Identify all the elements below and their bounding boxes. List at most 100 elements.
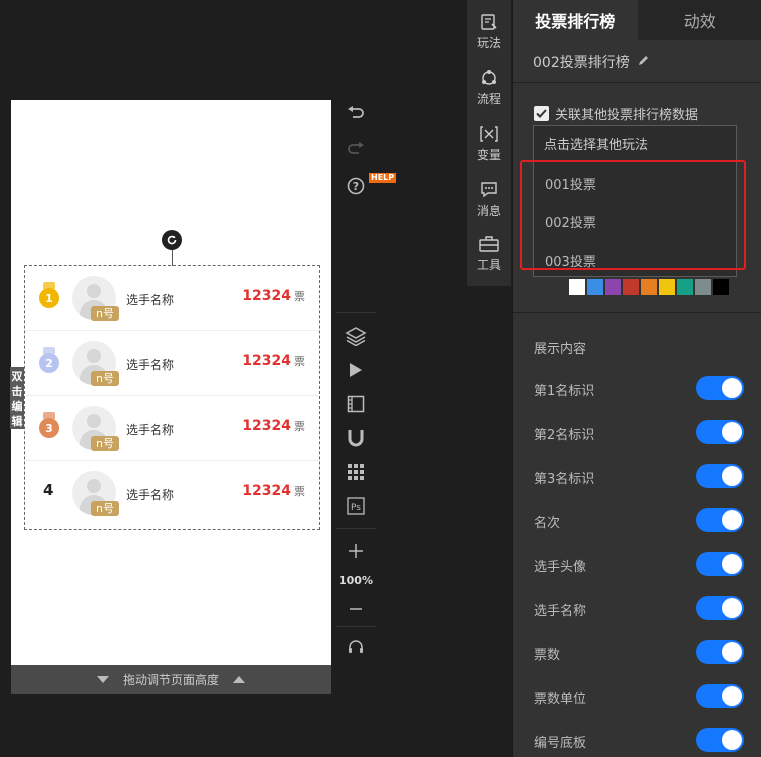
play-icon[interactable] bbox=[345, 359, 367, 381]
layers-icon[interactable] bbox=[345, 325, 367, 347]
color-swatch[interactable] bbox=[605, 279, 621, 295]
option-label: 第2名标识 bbox=[534, 428, 595, 443]
ranking-list-component[interactable]: 1 n号 选手名称 12324 票 2 n号 选手名称 12324 票 3 n号 选… bbox=[24, 265, 320, 530]
player-name: 选手名称 bbox=[126, 488, 175, 502]
component-name: 002投票排行榜 bbox=[533, 55, 630, 71]
undo-icon[interactable] bbox=[345, 102, 367, 124]
toolbar-divider bbox=[336, 626, 376, 627]
page-height-resize-bar[interactable]: 拖动调节页面高度 bbox=[11, 665, 331, 694]
category-label: 流程 bbox=[476, 92, 501, 106]
redo-icon[interactable] bbox=[345, 138, 367, 160]
silver-medal-icon: 2 bbox=[39, 347, 59, 373]
option-rank2-badge: 第2名标识 bbox=[534, 420, 744, 444]
color-swatch[interactable] bbox=[677, 279, 693, 295]
toggle-switch[interactable] bbox=[696, 640, 744, 664]
checkbox-checked-icon[interactable] bbox=[534, 106, 549, 121]
properties-panel: 投票排行榜 动效 002投票排行榜 关联其他投票排行榜数据 展示内容 第1名标识… bbox=[512, 0, 761, 757]
dropdown-placeholder: 点击选择其他玩法 bbox=[544, 138, 649, 153]
vote-count: 12324 票 bbox=[242, 483, 305, 499]
color-swatch[interactable] bbox=[569, 279, 585, 295]
option-rank1-badge: 第1名标识 bbox=[534, 376, 744, 400]
ranking-row: 3 n号 选手名称 12324 票 bbox=[25, 396, 319, 461]
toggle-switch[interactable] bbox=[696, 684, 744, 708]
color-swatch[interactable] bbox=[587, 279, 603, 295]
category-label: 玩法 bbox=[476, 36, 501, 50]
option-player-name: 选手名称 bbox=[534, 596, 744, 620]
toggle-switch[interactable] bbox=[696, 508, 744, 532]
tab-animation[interactable]: 动效 bbox=[637, 0, 761, 40]
player-name: 选手名称 bbox=[126, 358, 175, 372]
pencil-icon[interactable] bbox=[638, 54, 650, 70]
toggle-switch[interactable] bbox=[696, 728, 744, 752]
option-number-plate: 编号底板 bbox=[534, 728, 744, 752]
svg-text:Ps: Ps bbox=[351, 503, 361, 513]
color-swatch[interactable] bbox=[659, 279, 675, 295]
film-icon[interactable] bbox=[345, 393, 367, 415]
option-rank-number: 名次 bbox=[534, 508, 744, 532]
variable-icon bbox=[479, 124, 499, 144]
highlight-annotation-box bbox=[520, 160, 746, 270]
color-swatches bbox=[569, 279, 729, 295]
vote-count: 12324 票 bbox=[242, 418, 305, 434]
category-variable[interactable]: 变量 bbox=[467, 124, 511, 163]
toggle-switch[interactable] bbox=[696, 464, 744, 488]
ps-icon[interactable]: Ps bbox=[345, 495, 367, 517]
category-flow[interactable]: 流程 bbox=[467, 68, 511, 107]
canvas-toolbar: ? HELP Ps 100% bbox=[332, 0, 397, 757]
category-label: 变量 bbox=[476, 148, 501, 162]
zoom-out-icon[interactable] bbox=[345, 598, 367, 620]
headset-icon[interactable] bbox=[345, 636, 367, 658]
option-label: 选手名称 bbox=[534, 604, 587, 619]
toolbox-icon bbox=[479, 234, 499, 254]
color-swatch[interactable] bbox=[695, 279, 711, 295]
panel-divider bbox=[513, 82, 761, 83]
toolbar-divider bbox=[336, 312, 376, 313]
grid-icon[interactable] bbox=[345, 461, 367, 483]
option-label: 编号底板 bbox=[534, 736, 587, 751]
toolbar-divider bbox=[336, 528, 376, 529]
category-label: 消息 bbox=[476, 204, 501, 218]
number-badge: n号 bbox=[91, 436, 119, 451]
zoom-in-icon[interactable] bbox=[345, 540, 367, 562]
category-message[interactable]: 消息 bbox=[467, 180, 511, 219]
option-label: 第1名标识 bbox=[534, 384, 595, 399]
category-tools[interactable]: 工具 bbox=[467, 234, 511, 273]
player-name: 选手名称 bbox=[126, 423, 175, 437]
option-rank3-badge: 第3名标识 bbox=[534, 464, 744, 488]
ranking-row: 1 n号 选手名称 12324 票 bbox=[25, 266, 319, 331]
color-swatch[interactable] bbox=[641, 279, 657, 295]
option-label: 票数 bbox=[534, 648, 561, 663]
chevron-down-icon bbox=[96, 676, 109, 683]
display-section-title: 展示内容 bbox=[534, 342, 587, 357]
rotate-handle-line bbox=[172, 250, 173, 266]
player-name: 选手名称 bbox=[126, 293, 175, 307]
gold-medal-icon: 1 bbox=[39, 282, 59, 308]
option-label: 第3名标识 bbox=[534, 472, 595, 487]
color-swatch[interactable] bbox=[713, 279, 729, 295]
zoom-level: 100% bbox=[339, 574, 373, 587]
ranking-row: 2 n号 选手名称 12324 票 bbox=[25, 331, 319, 396]
category-label: 工具 bbox=[476, 258, 501, 272]
option-vote-unit: 票数单位 bbox=[534, 684, 744, 708]
bronze-medal-icon: 3 bbox=[39, 412, 59, 438]
toggle-switch[interactable] bbox=[696, 596, 744, 620]
magnet-icon[interactable] bbox=[345, 427, 367, 449]
toggle-switch[interactable] bbox=[696, 420, 744, 444]
number-badge: n号 bbox=[91, 306, 119, 321]
link-other-ranking-checkbox[interactable]: 关联其他投票排行榜数据 bbox=[534, 104, 698, 123]
rotate-handle-icon[interactable] bbox=[162, 230, 182, 250]
help-badge: HELP bbox=[369, 173, 397, 183]
tab-vote-ranking[interactable]: 投票排行榜 bbox=[513, 0, 638, 40]
help-icon[interactable]: ? bbox=[345, 175, 367, 197]
gameplay-icon bbox=[479, 12, 499, 32]
category-strip: 玩法 流程 变量 消息 工具 bbox=[467, 0, 511, 286]
category-gameplay[interactable]: 玩法 bbox=[467, 12, 511, 51]
number-badge: n号 bbox=[91, 501, 119, 516]
toggle-switch[interactable] bbox=[696, 376, 744, 400]
svg-text:?: ? bbox=[353, 180, 359, 193]
checkbox-label: 关联其他投票排行榜数据 bbox=[555, 108, 699, 123]
double-click-edit-tag[interactable]: 双击编辑 bbox=[10, 367, 24, 429]
color-swatch[interactable] bbox=[623, 279, 639, 295]
option-label: 名次 bbox=[534, 516, 561, 531]
toggle-switch[interactable] bbox=[696, 552, 744, 576]
